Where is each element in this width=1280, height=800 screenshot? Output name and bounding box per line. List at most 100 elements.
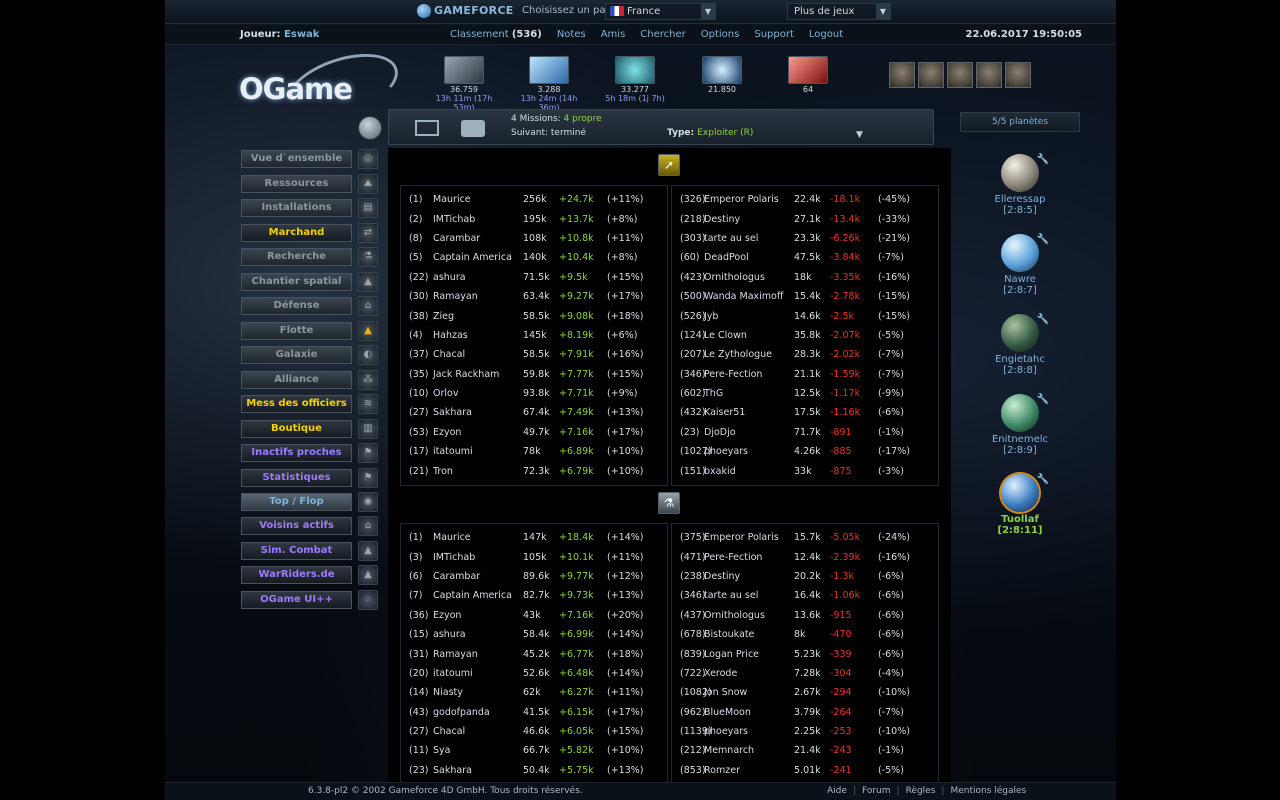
- wrench-icon[interactable]: 🔧: [1037, 314, 1049, 325]
- player-name-cell[interactable]: Pere-Fection: [702, 552, 794, 563]
- player-name-cell[interactable]: Sya: [431, 745, 523, 756]
- missions-count[interactable]: 4 Missions: 4 propre: [511, 114, 602, 124]
- ranking-row[interactable]: (471) Pere-Fection 12.4k -2.39k (-16%): [672, 547, 938, 566]
- player-name-cell[interactable]: Hahzas: [431, 330, 523, 341]
- menu-simcombat[interactable]: Sim. Combat ▲: [241, 541, 383, 561]
- player-name-cell[interactable]: Jyb: [702, 311, 794, 322]
- player-name-cell[interactable]: DjoDjo: [702, 427, 794, 438]
- player-name-cell[interactable]: BlueMoon: [702, 707, 794, 718]
- player-name-cell[interactable]: Jon Snow: [702, 687, 794, 698]
- player-name-cell[interactable]: Memnarch: [702, 745, 794, 756]
- ranking-row[interactable]: (1) Maurice 256k +24.7k (+11%): [401, 190, 667, 209]
- player-name-cell[interactable]: Niasty: [431, 687, 523, 698]
- info-icon[interactable]: [358, 116, 382, 140]
- ranking-row[interactable]: (238) Destiny 20.2k -1.3k (-6%): [672, 567, 938, 586]
- ogame-logo[interactable]: OGame: [239, 72, 353, 106]
- ranking-row[interactable]: (212) Memnarch 21.4k -243 (-1%): [672, 741, 938, 760]
- geologist-icon[interactable]: [976, 62, 1002, 88]
- menu-defense[interactable]: Défense ⌂: [241, 296, 383, 316]
- player-name-cell[interactable]: ashura: [431, 272, 523, 283]
- ranking-row[interactable]: (53) Ezyon 49.7k +7.16k (+17%): [401, 423, 667, 442]
- player-name-cell[interactable]: IMTichab: [431, 552, 523, 563]
- envelope-icon[interactable]: [415, 120, 439, 136]
- ranking-row[interactable]: (23) DjoDjo 71.7k -891 (-1%): [672, 423, 938, 442]
- ranking-row[interactable]: (38) Zieg 58.5k +9.08k (+18%): [401, 306, 667, 325]
- menu-marchand[interactable]: Marchand ⇄: [241, 223, 383, 243]
- player-name-cell[interactable]: Romzer: [702, 765, 794, 776]
- commander-icon[interactable]: [889, 62, 915, 88]
- player-name-cell[interactable]: Zieg: [431, 311, 523, 322]
- player-name-cell[interactable]: Captain America: [431, 252, 523, 263]
- ranking-row[interactable]: (43) godofpanda 41.5k +6.15k (+17%): [401, 703, 667, 722]
- ranking-row[interactable]: (1027) phoeyars 4.26k -885 (-17%): [672, 442, 938, 461]
- planet-tuollaf[interactable]: 🔧 Tuollaf [2:8:11]: [980, 474, 1060, 536]
- ranking-row[interactable]: (678) Bistoukate 8k -470 (-6%): [672, 625, 938, 644]
- player-name-cell[interactable]: Chacal: [431, 349, 523, 360]
- ranking-row[interactable]: (7) Captain America 82.7k +9.73k (+13%): [401, 586, 667, 605]
- resource-darkmatter[interactable]: 21.850: [687, 56, 757, 94]
- player-name-cell[interactable]: Logan Price: [702, 649, 794, 660]
- ranking-row[interactable]: (60) DeadPool 47.5k -3.84k (-7%): [672, 248, 938, 267]
- nav-options[interactable]: Options: [701, 29, 740, 40]
- player-name-cell[interactable]: Carambar: [431, 233, 523, 244]
- ranking-row[interactable]: (853) Romzer 5.01k -241 (-5%): [672, 761, 938, 780]
- planet-engietahc[interactable]: 🔧 Engietahc [2:8:8]: [980, 314, 1060, 376]
- player-name-cell[interactable]: Maurice: [431, 532, 523, 543]
- player-name-cell[interactable]: ThG: [702, 388, 794, 399]
- resource-energy[interactable]: 64: [773, 56, 843, 94]
- player-name-cell[interactable]: itatoumi: [431, 446, 523, 457]
- ranking-row[interactable]: (30) Ramayan 63.4k +9.27k (+17%): [401, 287, 667, 306]
- nav-chercher[interactable]: Chercher: [640, 29, 685, 40]
- menu-vue[interactable]: Vue d`ensemble ◎: [241, 149, 383, 169]
- menu-ogameui[interactable]: OGame UI++ ⁘: [241, 590, 383, 610]
- ranking-row[interactable]: (35) Jack Rackham 59.8k +7.77k (+15%): [401, 365, 667, 384]
- ranking-row[interactable]: (1082) Jon Snow 2.67k -294 (-10%): [672, 683, 938, 702]
- ranking-row[interactable]: (37) Chacal 58.5k +7.91k (+16%): [401, 345, 667, 364]
- player-name-cell[interactable]: IMTichab: [431, 214, 523, 225]
- player-name-cell[interactable]: Jack Rackham: [431, 369, 523, 380]
- player-name-cell[interactable]: Xerode: [702, 668, 794, 679]
- ranking-row[interactable]: (36) Ezyon 43k +7.16k (+20%): [401, 606, 667, 625]
- resource-crystal[interactable]: 3.288 13h 24m (14h 36m): [514, 56, 584, 112]
- gameforce-logo[interactable]: GAMEFORCE: [417, 4, 514, 20]
- player-name-cell[interactable]: Destiny: [702, 571, 794, 582]
- ranking-row[interactable]: (11) Sya 66.7k +5.82k (+10%): [401, 741, 667, 760]
- player-name-cell[interactable]: tarte au sel: [702, 590, 794, 601]
- player-name-cell[interactable]: bxakid: [702, 466, 794, 477]
- menu-boutique[interactable]: Boutique ▥: [241, 419, 383, 439]
- ranking-row[interactable]: (5) Captain America 140k +10.4k (+8%): [401, 248, 667, 267]
- chevron-down-icon[interactable]: ▼: [856, 130, 863, 140]
- menu-officiers[interactable]: Mess des officiers ≋: [241, 394, 383, 414]
- footer-regles[interactable]: Règles: [906, 786, 936, 796]
- player-name-cell[interactable]: Wanda Maximoff: [702, 291, 794, 302]
- resource-deuterium[interactable]: 33.277 5h 18m (1j 7h): [600, 56, 670, 103]
- menu-recherche[interactable]: Recherche ⚗: [241, 247, 383, 267]
- player-name-cell[interactable]: Sakhara: [431, 407, 523, 418]
- nav-amis[interactable]: Amis: [601, 29, 626, 40]
- ranking-row[interactable]: (124) Le Clown 35.8k -2.07k (-5%): [672, 326, 938, 345]
- ranking-row[interactable]: (8) Carambar 108k +10.8k (+11%): [401, 229, 667, 248]
- ranking-row[interactable]: (17) itatoumi 78k +6.89k (+10%): [401, 442, 667, 461]
- player-name-cell[interactable]: Ornithologus: [702, 272, 794, 283]
- ranking-row[interactable]: (526) Jyb 14.6k -2.5k (-15%): [672, 306, 938, 325]
- ranking-row[interactable]: (346) tarte au sel 16.4k -1.06k (-6%): [672, 586, 938, 605]
- ranking-row[interactable]: (432) Kaiser51 17.5k -1.16k (-6%): [672, 403, 938, 422]
- player-name-cell[interactable]: phoeyars: [702, 726, 794, 737]
- country-select[interactable]: France ▼: [605, 3, 716, 20]
- ranking-row[interactable]: (375) Emperor Polaris 15.7k -5.05k (-24%): [672, 528, 938, 547]
- menu-galaxie[interactable]: Galaxie ◐: [241, 345, 383, 365]
- player-name-cell[interactable]: Ramayan: [431, 291, 523, 302]
- ranking-row[interactable]: (22) ashura 71.5k +9.5k (+15%): [401, 268, 667, 287]
- ranking-row[interactable]: (326) Emperor Polaris 22.4k -18.1k (-45%): [672, 190, 938, 209]
- player-name-cell[interactable]: Pere-Fection: [702, 369, 794, 380]
- menu-statistiques[interactable]: Statistiques ⚑: [241, 468, 383, 488]
- nav-notes[interactable]: Notes: [557, 29, 586, 40]
- ranking-row[interactable]: (31) Ramayan 45.2k +6.77k (+18%): [401, 644, 667, 663]
- player-name[interactable]: Eswak: [284, 29, 319, 40]
- player-name-cell[interactable]: Ezyon: [431, 427, 523, 438]
- player-name-cell[interactable]: tarte au sel: [702, 233, 794, 244]
- ranking-row[interactable]: (962) BlueMoon 3.79k -264 (-7%): [672, 703, 938, 722]
- wrench-icon[interactable]: 🔧: [1037, 234, 1049, 245]
- planet-elleressap[interactable]: 🔧 Elleressap [2:8:5]: [980, 154, 1060, 216]
- footer-aide[interactable]: Aide: [827, 786, 847, 796]
